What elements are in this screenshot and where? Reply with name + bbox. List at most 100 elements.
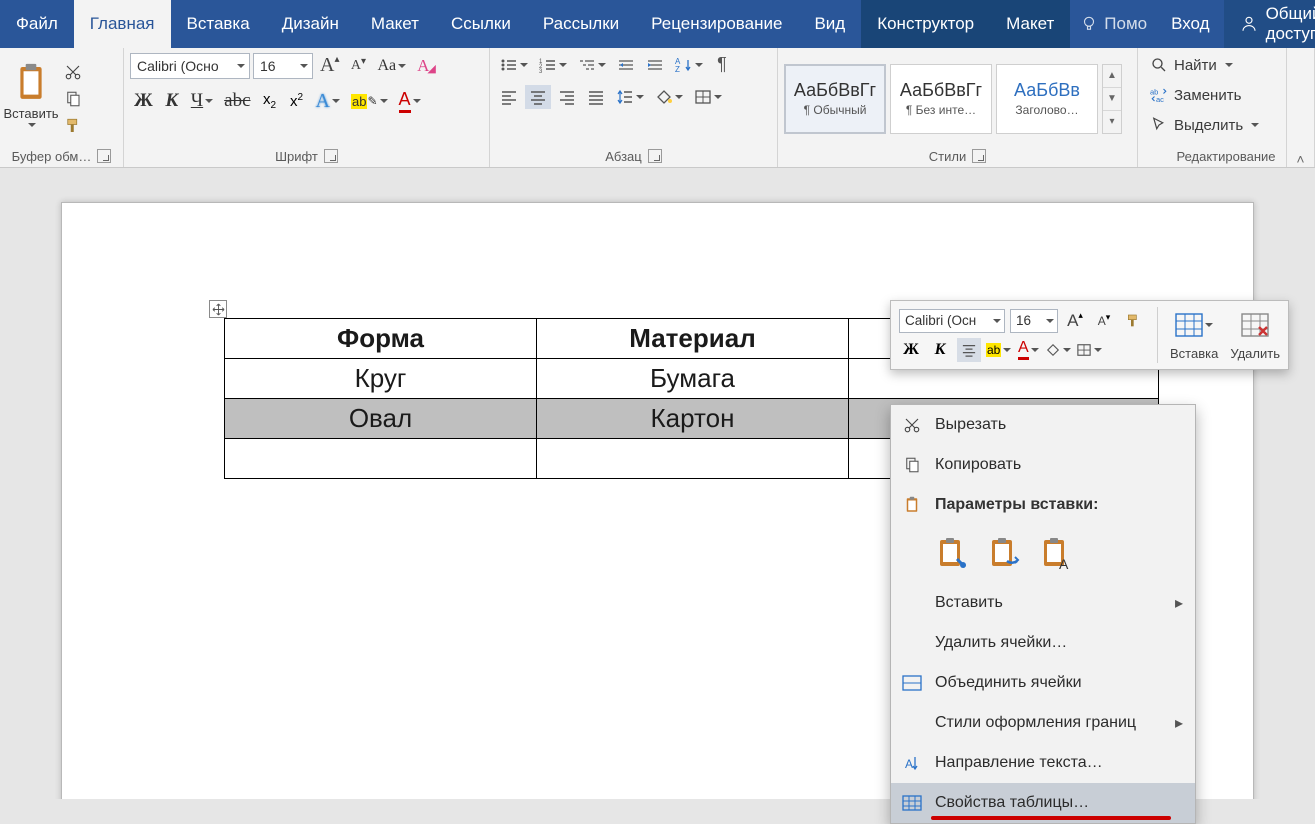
- find-button[interactable]: Найти: [1144, 52, 1239, 78]
- text-effects-button[interactable]: A: [312, 88, 344, 115]
- tell-me[interactable]: Помо: [1070, 0, 1157, 48]
- select-button[interactable]: Выделить: [1144, 112, 1265, 138]
- styles-dialog-launcher[interactable]: [972, 149, 986, 163]
- cell[interactable]: Бумага: [537, 359, 849, 399]
- show-marks-button[interactable]: ¶: [710, 52, 734, 77]
- mini-font-combo[interactable]: Calibri (Осн: [899, 309, 1005, 333]
- tab-file[interactable]: Файл: [0, 0, 74, 48]
- tab-home[interactable]: Главная: [74, 0, 171, 48]
- gallery-down-icon[interactable]: ▼: [1103, 88, 1121, 111]
- underline-button[interactable]: Ч: [187, 88, 217, 114]
- change-case-button[interactable]: Aa: [373, 54, 410, 78]
- ctx-border-styles[interactable]: Стили оформления границ ▸: [891, 703, 1195, 743]
- mini-bold[interactable]: Ж: [899, 338, 923, 362]
- mini-shrink-font[interactable]: A▾: [1092, 309, 1116, 333]
- sort-button[interactable]: AZ: [671, 53, 707, 77]
- multilevel-button[interactable]: [574, 53, 610, 77]
- tab-insert[interactable]: Вставка: [171, 0, 266, 48]
- line-spacing-button[interactable]: [612, 85, 648, 109]
- copy-button[interactable]: [60, 87, 86, 111]
- justify-button[interactable]: [583, 85, 609, 109]
- ctx-insert[interactable]: Вставить ▸: [891, 583, 1195, 623]
- th-1[interactable]: Форма: [225, 319, 537, 359]
- clipboard-dialog-launcher[interactable]: [97, 149, 111, 163]
- italic-button[interactable]: К: [160, 88, 184, 114]
- cell[interactable]: [225, 439, 537, 479]
- font-color-button[interactable]: A: [395, 87, 425, 115]
- style-heading1[interactable]: АаБбВв Заголово…: [996, 64, 1098, 134]
- align-center-button[interactable]: [525, 85, 551, 109]
- ctx-table-properties[interactable]: Свойства таблицы…: [891, 783, 1195, 823]
- ctx-copy[interactable]: Копировать: [891, 445, 1195, 485]
- tab-references[interactable]: Ссылки: [435, 0, 527, 48]
- align-right-button[interactable]: [554, 85, 580, 109]
- align-left-button[interactable]: [496, 85, 522, 109]
- bold-button[interactable]: Ж: [130, 88, 157, 114]
- gallery-more-icon[interactable]: ▾: [1103, 111, 1121, 133]
- paste-text-only[interactable]: A: [1039, 535, 1073, 573]
- font-name-combo[interactable]: Calibri (Осно: [130, 53, 250, 79]
- superscript-button[interactable]: x2: [285, 89, 309, 113]
- cut-button[interactable]: [60, 60, 86, 84]
- ctx-text-direction[interactable]: A Направление текста…: [891, 743, 1195, 783]
- font-size-combo[interactable]: 16: [253, 53, 313, 79]
- font-dialog-launcher[interactable]: [324, 149, 338, 163]
- borders-button[interactable]: [690, 85, 726, 109]
- paint-bucket-icon: [655, 89, 673, 105]
- collapse-ribbon-button[interactable]: ˄: [1286, 48, 1314, 167]
- mini-insert-table[interactable]: [1174, 309, 1214, 341]
- tab-layout[interactable]: Макет: [355, 0, 435, 48]
- styles-gallery-scroll[interactable]: ▲ ▼ ▾: [1102, 64, 1122, 134]
- shrink-font-button[interactable]: A▾: [346, 54, 370, 78]
- bullets-button[interactable]: [496, 53, 532, 77]
- mini-font-color[interactable]: A: [1016, 338, 1040, 362]
- tab-view[interactable]: Вид: [798, 0, 861, 48]
- subscript-button[interactable]: x2: [258, 89, 282, 113]
- table-move-handle[interactable]: [209, 300, 227, 318]
- th-2[interactable]: Материал: [537, 319, 849, 359]
- mini-grow-font[interactable]: A▴: [1063, 309, 1087, 333]
- mini-shading[interactable]: [1045, 338, 1071, 362]
- share-button[interactable]: Общий доступ: [1224, 0, 1315, 48]
- tab-table-design[interactable]: Конструктор: [861, 0, 990, 48]
- tab-design[interactable]: Дизайн: [266, 0, 355, 48]
- gallery-up-icon[interactable]: ▲: [1103, 65, 1121, 88]
- mini-size-combo[interactable]: 16: [1010, 309, 1058, 333]
- tab-table-layout[interactable]: Макет: [990, 0, 1070, 48]
- format-painter-button[interactable]: [60, 114, 86, 138]
- cell[interactable]: [537, 439, 849, 479]
- mini-format-painter[interactable]: [1121, 309, 1145, 333]
- mini-delete-table[interactable]: [1235, 309, 1275, 341]
- decrease-indent-button[interactable]: [613, 53, 639, 77]
- tab-review[interactable]: Рецензирование: [635, 0, 798, 48]
- cell[interactable]: Овал: [225, 399, 537, 439]
- style-no-spacing[interactable]: АаБбВвГг ¶ Без инте…: [890, 64, 992, 134]
- strike-button[interactable]: abc: [220, 88, 254, 114]
- signin-link[interactable]: Вход: [1157, 0, 1223, 48]
- cell[interactable]: Картон: [537, 399, 849, 439]
- mini-borders[interactable]: [1076, 338, 1102, 362]
- group-clipboard: Вставить Буфер обм…: [0, 48, 124, 167]
- paragraph-dialog-launcher[interactable]: [648, 149, 662, 163]
- shading-button[interactable]: [651, 85, 687, 109]
- numbering-button[interactable]: 123: [535, 53, 571, 77]
- highlight-button[interactable]: ab✎: [347, 89, 392, 113]
- paste-merge[interactable]: [987, 535, 1021, 573]
- ctx-merge-cells[interactable]: Объединить ячейки: [891, 663, 1195, 703]
- group-styles-label: Стили: [929, 149, 966, 164]
- clear-formatting-button[interactable]: A◢: [413, 54, 442, 78]
- replace-button[interactable]: abac Заменить: [1144, 82, 1247, 108]
- paste-keep-source[interactable]: [935, 535, 969, 573]
- mini-align-center[interactable]: [957, 338, 981, 362]
- mini-italic[interactable]: К: [928, 338, 952, 362]
- ctx-delete-cells[interactable]: Удалить ячейки…: [891, 623, 1195, 663]
- grow-font-button[interactable]: A▴: [316, 52, 343, 79]
- style-normal[interactable]: АаБбВвГг ¶ Обычный: [784, 64, 886, 134]
- ctx-paste-header: Параметры вставки:: [891, 485, 1195, 525]
- increase-indent-button[interactable]: [642, 53, 668, 77]
- paste-button[interactable]: Вставить: [6, 60, 56, 138]
- tab-mailings[interactable]: Рассылки: [527, 0, 635, 48]
- cell[interactable]: Круг: [225, 359, 537, 399]
- ctx-cut[interactable]: Вырезать: [891, 405, 1195, 445]
- mini-highlight[interactable]: ab: [986, 338, 1011, 362]
